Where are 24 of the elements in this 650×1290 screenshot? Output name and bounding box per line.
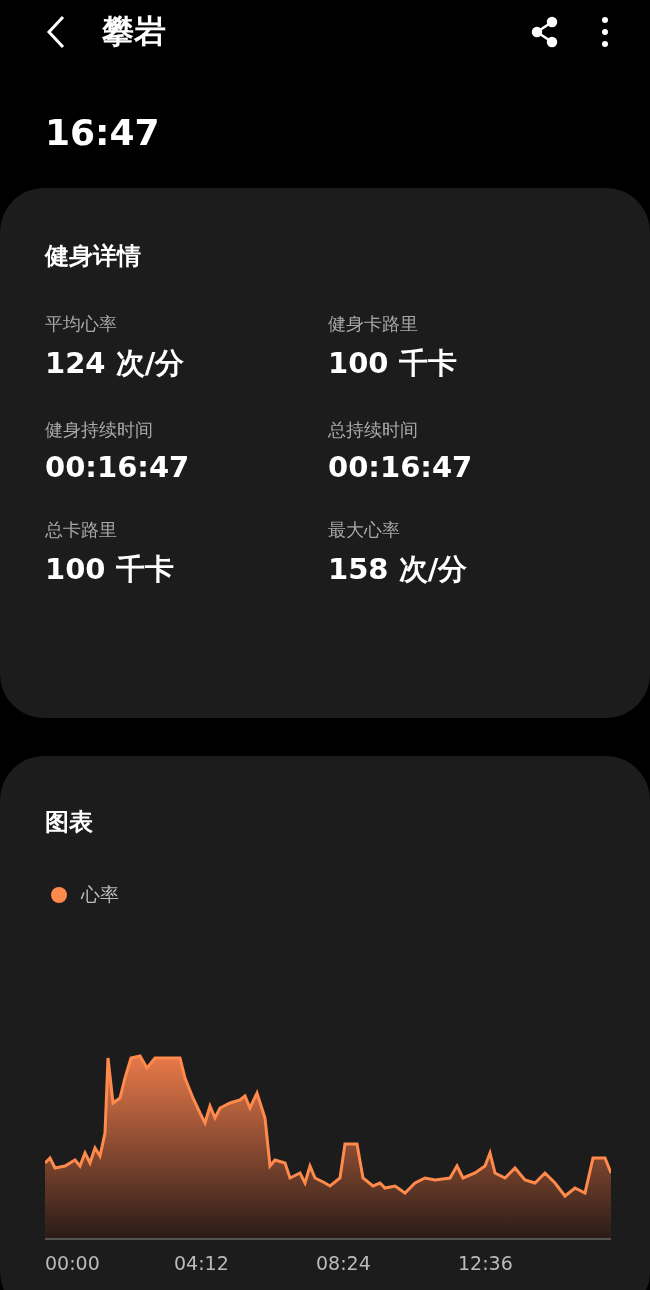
stat-label: 最大心率 [328,518,401,542]
more-icon[interactable] [600,16,610,48]
card-title: 图表 [45,807,94,838]
workout-time: 16:47 [44,111,161,155]
stat-value: 00:16:47 [45,450,191,484]
stat-value: 158 次/分 [328,551,469,588]
stat-label: 总持续时间 [328,418,419,442]
stat-value: 00:16:47 [328,450,474,484]
stat-label: 健身持续时间 [45,418,154,442]
stat-label: 健身卡路里 [328,312,419,336]
axis-label: 00:00 [45,1252,101,1274]
axis-label: 04:12 [174,1252,230,1274]
stat-label: 总卡路里 [45,518,118,542]
stat-value: 100 千卡 [328,345,458,382]
stat-value: 124 次/分 [45,345,186,382]
card-title: 健身详情 [45,241,142,272]
axis-label: 12:36 [458,1252,514,1274]
stat-value: 100 千卡 [45,551,175,588]
page-title: 攀岩 [102,11,166,52]
stat-label: 平均心率 [45,312,118,336]
share-icon[interactable] [530,16,560,48]
back-icon[interactable] [46,15,66,49]
legend-label: 心率 [81,882,119,907]
axis-label: 08:24 [316,1252,372,1274]
